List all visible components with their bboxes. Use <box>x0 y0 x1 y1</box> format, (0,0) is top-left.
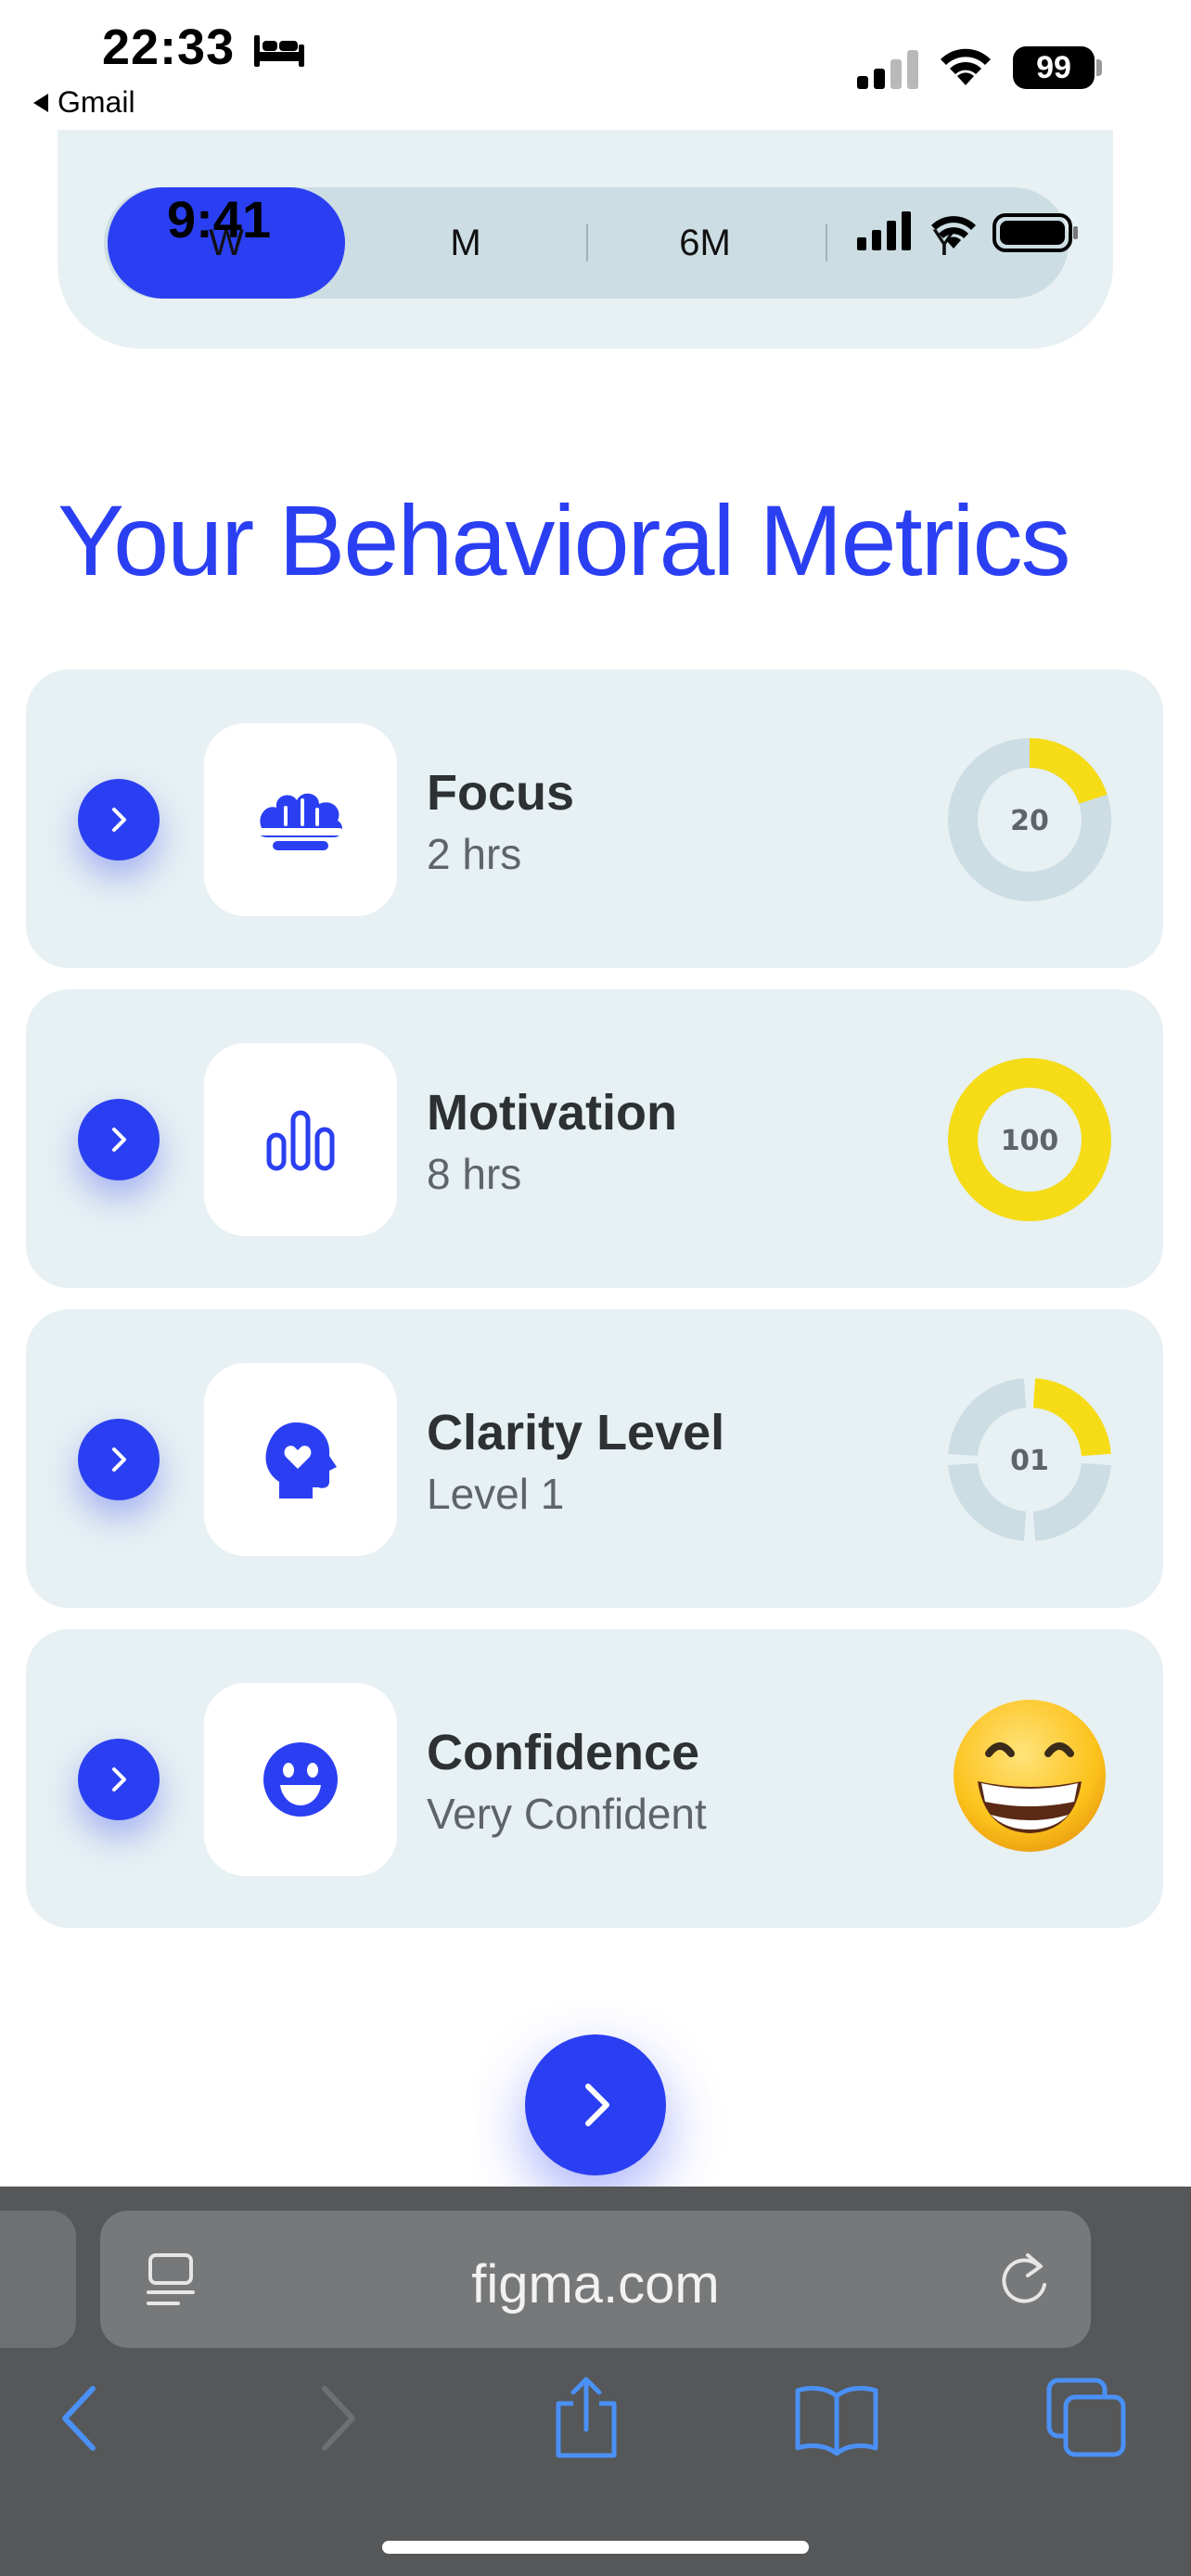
chevron-right-icon <box>112 808 126 832</box>
chevron-right-icon <box>585 2084 609 2126</box>
motivation-ring-label: 100 <box>1001 1125 1059 1157</box>
tab-month[interactable]: M <box>347 187 584 299</box>
confidence-expand-button[interactable] <box>78 1739 160 1820</box>
share-icon <box>556 2377 617 2458</box>
browser-toolbar: figma.com <box>0 2187 1191 2576</box>
grinning-face-emoji <box>954 1700 1106 1852</box>
share-button[interactable] <box>540 2372 633 2465</box>
wifi-icon <box>941 48 991 85</box>
back-arrow-icon <box>62 2386 96 2451</box>
confidence-icon-tile <box>204 1683 397 1876</box>
bed-icon <box>254 35 304 67</box>
tabs-icon <box>1046 2378 1126 2457</box>
confidence-title: Confidence <box>427 1725 700 1780</box>
clarity-expand-button[interactable] <box>78 1419 160 1500</box>
back-app-label: Gmail <box>58 85 135 119</box>
motivation-icon-tile <box>204 1043 397 1236</box>
metric-card-clarity[interactable]: Clarity Level Level 1 01 <box>26 1309 1163 1608</box>
battery-level: 99 <box>1013 46 1095 89</box>
period-selector-card: W M 6M Y 9:41 <box>58 130 1113 349</box>
metric-card-motivation[interactable]: Motivation 8 hrs 100 <box>26 989 1163 1288</box>
focus-value: 2 hrs <box>427 830 522 878</box>
tab-six-months[interactable]: 6M <box>586 187 824 299</box>
url-text: figma.com <box>471 2254 720 2315</box>
motivation-title: Motivation <box>427 1085 677 1141</box>
tab-year[interactable]: Y <box>826 187 1063 299</box>
motivation-expand-button[interactable] <box>78 1099 160 1180</box>
tabs-button[interactable] <box>1041 2372 1133 2465</box>
back-triangle-icon <box>33 93 48 112</box>
chevron-right-icon <box>112 1128 126 1152</box>
next-button[interactable] <box>525 2034 666 2175</box>
brain-icon <box>258 793 343 850</box>
back-button[interactable] <box>33 2372 126 2465</box>
chevron-right-icon <box>112 1767 126 1792</box>
clarity-segmented-ring: 01 <box>948 1378 1111 1541</box>
clarity-ring-label: 01 <box>1010 1445 1049 1477</box>
status-time: 22:33 <box>102 19 236 75</box>
smiley-icon <box>263 1742 338 1817</box>
focus-icon-tile <box>204 723 397 916</box>
clarity-value: Level 1 <box>427 1470 565 1518</box>
confidence-value: Very Confident <box>427 1790 707 1838</box>
metric-card-confidence[interactable]: Confidence Very Confident <box>26 1629 1163 1928</box>
period-segmented-control: W M 6M Y <box>104 187 1069 299</box>
cellular-signal-icon <box>857 50 918 89</box>
clarity-icon-tile <box>204 1363 397 1556</box>
focus-expand-button[interactable] <box>78 779 160 861</box>
chevron-right-icon <box>112 1447 126 1472</box>
forward-button[interactable] <box>291 2372 384 2465</box>
clarity-title: Clarity Level <box>427 1405 725 1460</box>
battery-nub <box>1096 59 1102 76</box>
tab-week[interactable]: W <box>108 187 345 299</box>
motivation-value: 8 hrs <box>427 1150 522 1198</box>
head-heart-icon <box>265 1422 337 1498</box>
status-bar: 22:33 Gmail 99 <box>0 0 1191 130</box>
focus-title: Focus <box>427 765 575 821</box>
focus-progress-ring: 20 <box>948 738 1111 901</box>
back-to-app-link[interactable]: Gmail <box>33 85 135 120</box>
bar-chart-icon <box>266 1110 335 1171</box>
address-bar[interactable]: figma.com <box>100 2211 1091 2348</box>
bookmarks-button[interactable] <box>790 2372 883 2465</box>
focus-ring-label: 20 <box>1010 805 1049 837</box>
metric-card-focus[interactable]: Focus 2 hrs 20 <box>26 670 1163 968</box>
reload-icon[interactable] <box>994 2248 1054 2311</box>
battery-indicator: 99 <box>1013 46 1102 89</box>
previous-tab-peek[interactable] <box>0 2211 76 2348</box>
motivation-progress-ring: 100 <box>948 1058 1111 1221</box>
forward-arrow-icon <box>322 2386 355 2451</box>
home-indicator[interactable] <box>382 2541 809 2554</box>
book-icon <box>795 2386 878 2455</box>
page-title: Your Behavioral Metrics <box>58 484 1071 596</box>
